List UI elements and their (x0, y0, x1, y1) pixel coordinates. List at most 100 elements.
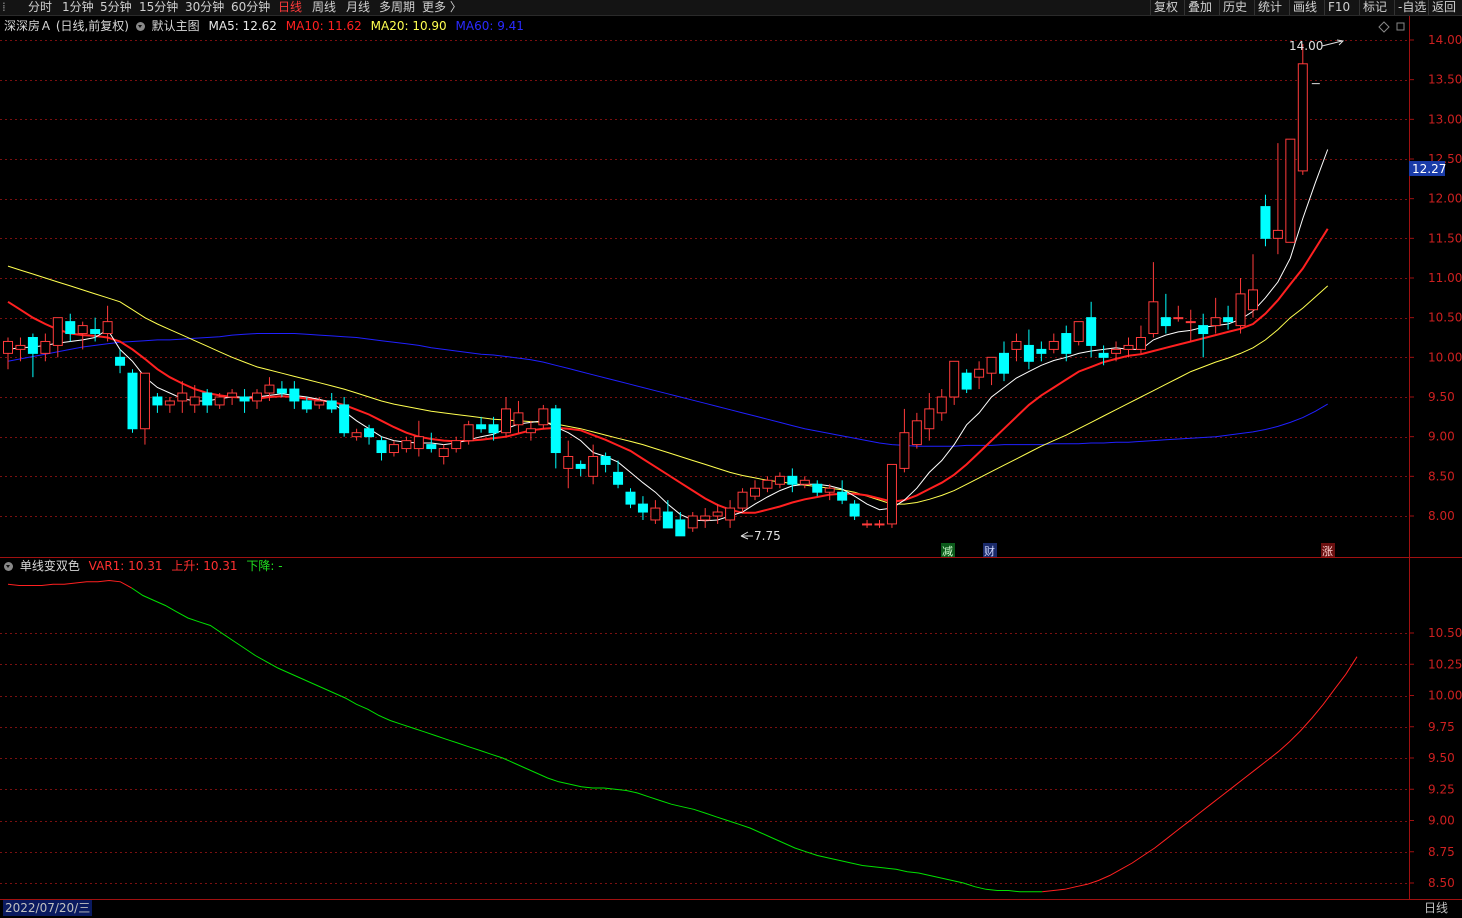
candle-body (202, 392, 213, 406)
ma5-line (7, 149, 1329, 522)
candle-body (214, 396, 225, 406)
price-tick-label: 8.00 (1428, 509, 1455, 523)
high-label: 14.00 (1289, 39, 1323, 53)
candle-body (1111, 348, 1122, 354)
candle-body (451, 440, 462, 450)
candle-body (613, 471, 624, 485)
candle-body (650, 507, 661, 521)
candle (774, 472, 785, 489)
kline-chart[interactable]: 14.0013.5013.0012.5012.0011.5011.0010.50… (0, 0, 1462, 918)
candle-body (824, 487, 835, 493)
candle-body (276, 388, 287, 394)
candle-body (588, 456, 599, 477)
candle-body (326, 400, 337, 410)
chart-frame (0, 16, 1462, 900)
candle-body (812, 483, 823, 493)
price-tick-label: 9.00 (1428, 430, 1455, 444)
price-tick-label: 13.00 (1428, 112, 1462, 126)
candle-body (488, 424, 499, 434)
candle-body (999, 352, 1009, 374)
candle-body (1272, 229, 1283, 239)
candle (239, 389, 250, 413)
candle-body (40, 340, 51, 354)
candle (974, 361, 985, 390)
candle-body (252, 392, 262, 402)
candle-body (27, 337, 38, 354)
candle-body (662, 511, 673, 529)
candle (787, 468, 798, 493)
candle (1086, 301, 1097, 358)
candle (949, 360, 960, 405)
candle (451, 436, 462, 453)
chart-markers: 14.00 7.75 12.27 减 财 涨 (740, 21, 1446, 558)
candle-body (762, 479, 773, 489)
candle-body (1185, 321, 1196, 324)
candle (326, 393, 337, 413)
candle (1011, 333, 1022, 362)
candle (563, 440, 574, 489)
candle (1185, 309, 1196, 342)
indicator-tick-label: 9.00 (1428, 814, 1455, 828)
candle-body (189, 396, 200, 406)
candle-body (600, 456, 611, 465)
candle-body (1285, 138, 1296, 243)
candle-body (102, 321, 113, 335)
candle (986, 356, 997, 386)
candle-body (787, 475, 798, 485)
price-tick-label: 13.50 (1428, 73, 1462, 87)
candle-body (1260, 206, 1271, 239)
candle-body (637, 503, 648, 513)
candle (501, 397, 511, 437)
candle-body (750, 487, 760, 497)
candle-body (924, 408, 935, 430)
candle (1036, 341, 1047, 362)
candle-body (575, 463, 586, 469)
event-marker-limit-up[interactable]: 涨 (1321, 543, 1335, 558)
candle-body (463, 424, 474, 442)
candle-body (563, 456, 574, 469)
candle-body (388, 444, 399, 454)
candle-body (874, 523, 885, 526)
candle-body (239, 396, 250, 402)
candle (588, 444, 599, 485)
event-marker-reduce[interactable]: 减 (941, 543, 955, 558)
candle (438, 444, 449, 465)
candle (575, 460, 586, 477)
high-marker: 14.00 (1289, 39, 1345, 53)
candle (1023, 329, 1034, 370)
candle-body (1148, 301, 1159, 335)
candle-body (837, 491, 848, 501)
candle (351, 428, 362, 441)
event-marker-finance[interactable]: 财 (983, 543, 997, 558)
candle-body (525, 428, 536, 434)
candle-body (550, 408, 561, 454)
indicator-tick-label: 9.25 (1428, 782, 1455, 796)
candle (463, 420, 474, 445)
candle (476, 416, 487, 433)
candle (874, 519, 885, 528)
ma5-path (7, 149, 1329, 522)
candle-body (712, 511, 723, 517)
candle-body (1248, 289, 1258, 311)
ma10-line (7, 228, 1329, 514)
candle-body (737, 491, 748, 509)
period-indicator[interactable]: 日线 (1424, 900, 1448, 916)
candle-body (513, 412, 524, 426)
price-tick-label: 10.00 (1428, 350, 1462, 364)
indicator-tick-label: 8.50 (1428, 876, 1455, 890)
candle-body (351, 432, 362, 438)
candle (725, 500, 736, 528)
maximize-icon[interactable] (1396, 22, 1405, 31)
bottom-bar: 2022/07/20/三 日线 (0, 900, 1462, 918)
candle (202, 389, 213, 413)
candle (625, 488, 636, 509)
candle-body (1086, 317, 1097, 346)
candle-body (774, 475, 785, 485)
price-tick-label: 12.00 (1428, 192, 1462, 206)
candle (924, 393, 935, 441)
candle (252, 389, 262, 409)
candle-body (936, 396, 947, 414)
diamond-icon[interactable] (1378, 21, 1390, 33)
price-tick-label: 11.00 (1428, 271, 1462, 285)
candles (3, 43, 1320, 537)
